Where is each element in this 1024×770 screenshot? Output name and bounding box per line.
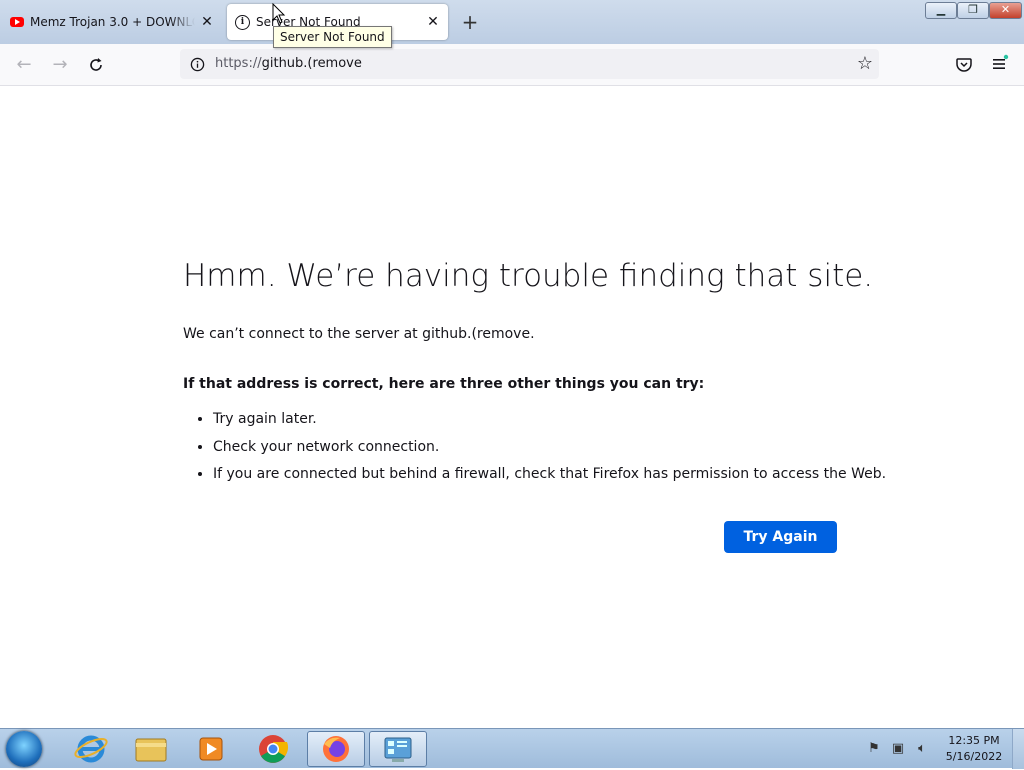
error-title: Hmm. We’re having trouble finding that s… <box>183 258 874 294</box>
tab-tooltip: Server Not Found <box>273 26 392 48</box>
error-description: We can’t connect to the server at github… <box>183 326 535 342</box>
media-player-icon <box>199 737 223 761</box>
clock-date: 5/16/2022 <box>945 750 1003 763</box>
tab-youtube[interactable]: Memz Trojan 3.0 + DOWNLOAD ✕ <box>4 4 220 40</box>
address-bar[interactable]: https://github.(remove ☆ <box>180 49 879 79</box>
url-host: github.(remove <box>261 56 362 71</box>
clock[interactable]: 12:35 PM 5/16/2022 <box>940 733 1008 765</box>
taskbar-control-panel[interactable] <box>369 731 427 767</box>
tab-title: Memz Trojan 3.0 + DOWNLOAD <box>30 15 195 29</box>
bookmark-star-icon[interactable]: ☆ <box>857 53 873 75</box>
url-text[interactable]: https://github.(remove <box>215 49 362 79</box>
action-center-flag-icon[interactable]: ⚑ <box>866 741 882 757</box>
hamburger-menu-icon[interactable] <box>988 52 1012 76</box>
page-content: Hmm. We’re having trouble finding that s… <box>0 86 1024 728</box>
taskbar-chrome[interactable] <box>244 731 302 767</box>
volume-icon[interactable]: 🔈︎ <box>914 741 930 757</box>
network-icon[interactable]: ▣ <box>890 741 906 757</box>
start-button[interactable] <box>6 731 42 767</box>
taskbar-firefox[interactable] <box>307 731 365 767</box>
mouse-cursor-icon <box>272 3 286 24</box>
forward-button[interactable]: → <box>46 52 74 78</box>
list-item: Check your network connection. <box>213 436 886 464</box>
reload-button[interactable] <box>82 52 110 78</box>
back-button[interactable]: ← <box>10 52 38 78</box>
new-tab-button[interactable]: + <box>458 10 482 34</box>
taskbar-internet-explorer[interactable] <box>62 731 120 767</box>
site-info-icon[interactable] <box>190 57 205 72</box>
navigation-toolbar: ← → https://github.(remove ☆ <box>0 44 1024 86</box>
reload-icon <box>90 58 102 71</box>
tab-close-icon[interactable]: ✕ <box>198 13 216 31</box>
pocket-icon[interactable] <box>952 52 976 76</box>
chrome-icon <box>259 735 289 763</box>
list-item: Try again later. <box>213 408 886 436</box>
try-again-button[interactable]: Try Again <box>724 521 837 553</box>
close-window-button[interactable]: ✕ <box>989 2 1022 19</box>
suggestions-heading: If that address is correct, here are thr… <box>183 376 705 392</box>
url-protocol: https:// <box>215 56 262 71</box>
restore-button[interactable]: ❐ <box>957 2 989 19</box>
firefox-icon <box>323 736 349 762</box>
show-desktop-button[interactable] <box>1012 729 1024 769</box>
tab-strip: Memz Trojan 3.0 + DOWNLOAD ✕ i Server No… <box>0 0 1024 48</box>
taskbar-file-explorer[interactable] <box>122 731 180 767</box>
taskbar-media-player[interactable] <box>182 731 240 767</box>
taskbar: ⚑ ▣ 🔈︎ 12:35 PM 5/16/2022 <box>0 728 1024 769</box>
info-icon: i <box>235 14 250 30</box>
suggestions-list: Try again later. Check your network conn… <box>183 408 886 491</box>
list-item: If you are connected but behind a firewa… <box>213 463 886 491</box>
file-explorer-icon <box>135 738 167 762</box>
clock-time: 12:35 PM <box>948 734 1000 747</box>
minimize-button[interactable]: ▁ <box>925 2 957 19</box>
internet-explorer-icon <box>74 735 108 763</box>
youtube-icon <box>10 17 24 27</box>
tab-close-icon[interactable]: ✕ <box>424 13 442 31</box>
control-panel-icon <box>384 737 412 762</box>
